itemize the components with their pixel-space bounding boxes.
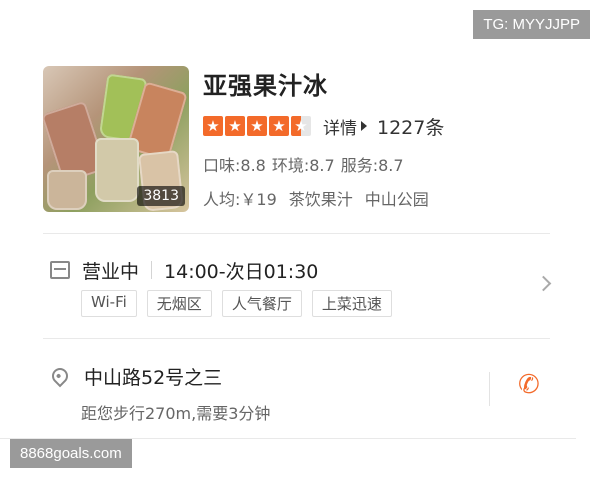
tag-non-smoking: 无烟区 [146,290,212,317]
open-status: 营业中 [82,260,140,283]
star-icon: ★ [225,116,245,136]
tag-fast-service: 上菜迅速 [311,290,392,317]
watermark-bottom: 8868goals.com [10,439,132,468]
star-icon: ★ [247,116,267,136]
address-text: 中山路52号之三 [84,366,223,389]
map-pin-icon [48,364,72,388]
average-price: 人均:￥19 [203,190,277,209]
hours-row[interactable]: 营业中 14:00-次日01:30 [50,257,318,283]
drink-cup-image [47,170,87,210]
separator [151,261,153,279]
drink-cup-image [95,138,139,202]
star-icon: ★ [269,116,289,136]
watermark-top: TG: MYYJJPP [473,10,590,39]
star-icon: ★ [203,116,223,136]
service-score: 服务:8.7 [340,156,404,175]
environment-score: 环境:8.7 [271,156,335,175]
rating-row: ★ ★ ★ ★ ★ 详情 1227条 [203,113,444,139]
tag-wifi: Wi-Fi [81,290,137,317]
shop-photo[interactable]: 3813 [43,66,189,212]
shop-name: 亚强果汁冰 [203,72,328,100]
area: 中山公园 [364,190,429,209]
divider [43,338,550,339]
phone-icon[interactable]: ✆ [518,372,540,398]
star-rating: ★ ★ ★ ★ ★ [203,116,311,136]
review-count[interactable]: 1227条 [377,113,444,140]
triangle-right-icon [361,121,367,131]
chevron-right-icon[interactable] [535,275,552,292]
business-hours: 14:00-次日01:30 [164,260,319,283]
facility-tags: Wi-Fi 无烟区 人气餐厅 上菜迅速 [81,290,392,317]
walking-distance: 距您步行270m,需要3分钟 [81,404,271,423]
taste-score: 口味:8.8 [203,156,266,175]
calendar-icon [50,261,70,279]
detail-link[interactable]: 详情 [323,114,367,139]
address-row[interactable]: 中山路52号之三 [48,362,223,390]
detail-label: 详情 [323,118,357,139]
photo-count-badge: 3813 [137,186,185,206]
score-row: 口味:8.8 环境:8.7 服务:8.7 [203,152,404,176]
category: 茶饮果汁 [288,190,353,209]
separator [489,372,490,406]
tag-popular: 人气餐厅 [221,290,302,317]
half-star-icon: ★ [291,116,311,136]
meta-row: 人均:￥19 茶饮果汁 中山公园 [203,186,429,210]
divider [43,233,550,234]
